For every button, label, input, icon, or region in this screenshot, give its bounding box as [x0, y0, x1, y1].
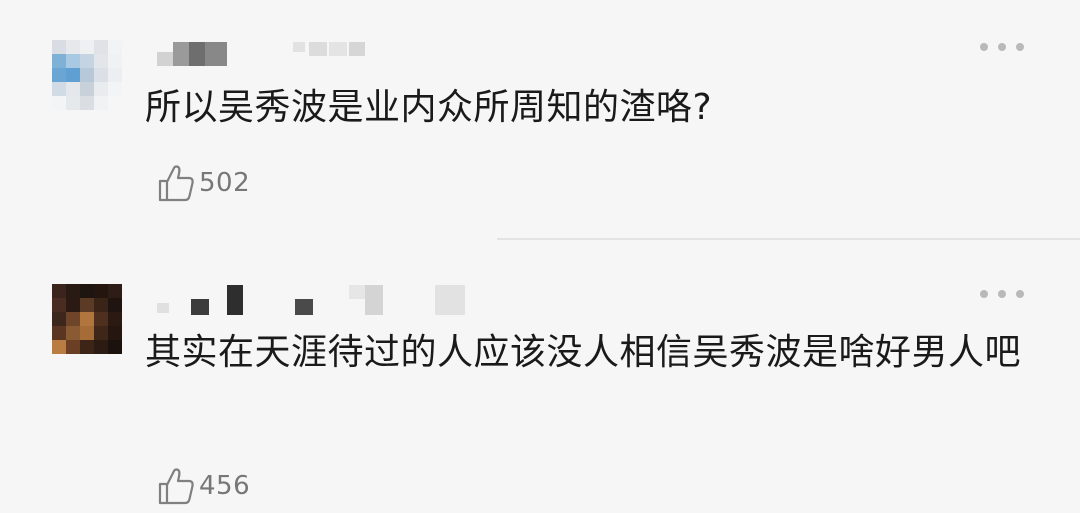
- more-options-icon[interactable]: [980, 41, 1024, 53]
- thumbs-up-icon: [158, 165, 194, 202]
- comment-text: 所以吴秀波是业内众所周知的渣咯?: [145, 87, 713, 128]
- comment-list: 所以吴秀波是业内众所周知的渣咯? 502 其实在天涯待过的人应该没人相信吴秀波是…: [0, 0, 1080, 513]
- comment-text: 其实在天涯待过的人应该没人相信吴秀波是啥好男人吧: [145, 332, 1022, 373]
- comment-item: 其实在天涯待过的人应该没人相信吴秀波是啥好男人吧 456: [0, 241, 1080, 513]
- comment-item: 所以吴秀波是业内众所周知的渣咯? 502: [0, 0, 1080, 240]
- like-count: 502: [199, 168, 251, 198]
- like-button[interactable]: 502: [157, 160, 250, 206]
- avatar[interactable]: [52, 284, 122, 354]
- divider: [497, 238, 1080, 240]
- username-redacted[interactable]: [145, 283, 485, 315]
- like-button[interactable]: 456: [157, 463, 250, 509]
- thumbs-up-icon: [158, 468, 194, 505]
- username-redacted[interactable]: [145, 38, 485, 70]
- avatar[interactable]: [52, 40, 122, 110]
- like-count: 456: [199, 471, 251, 501]
- more-options-icon[interactable]: [980, 288, 1024, 300]
